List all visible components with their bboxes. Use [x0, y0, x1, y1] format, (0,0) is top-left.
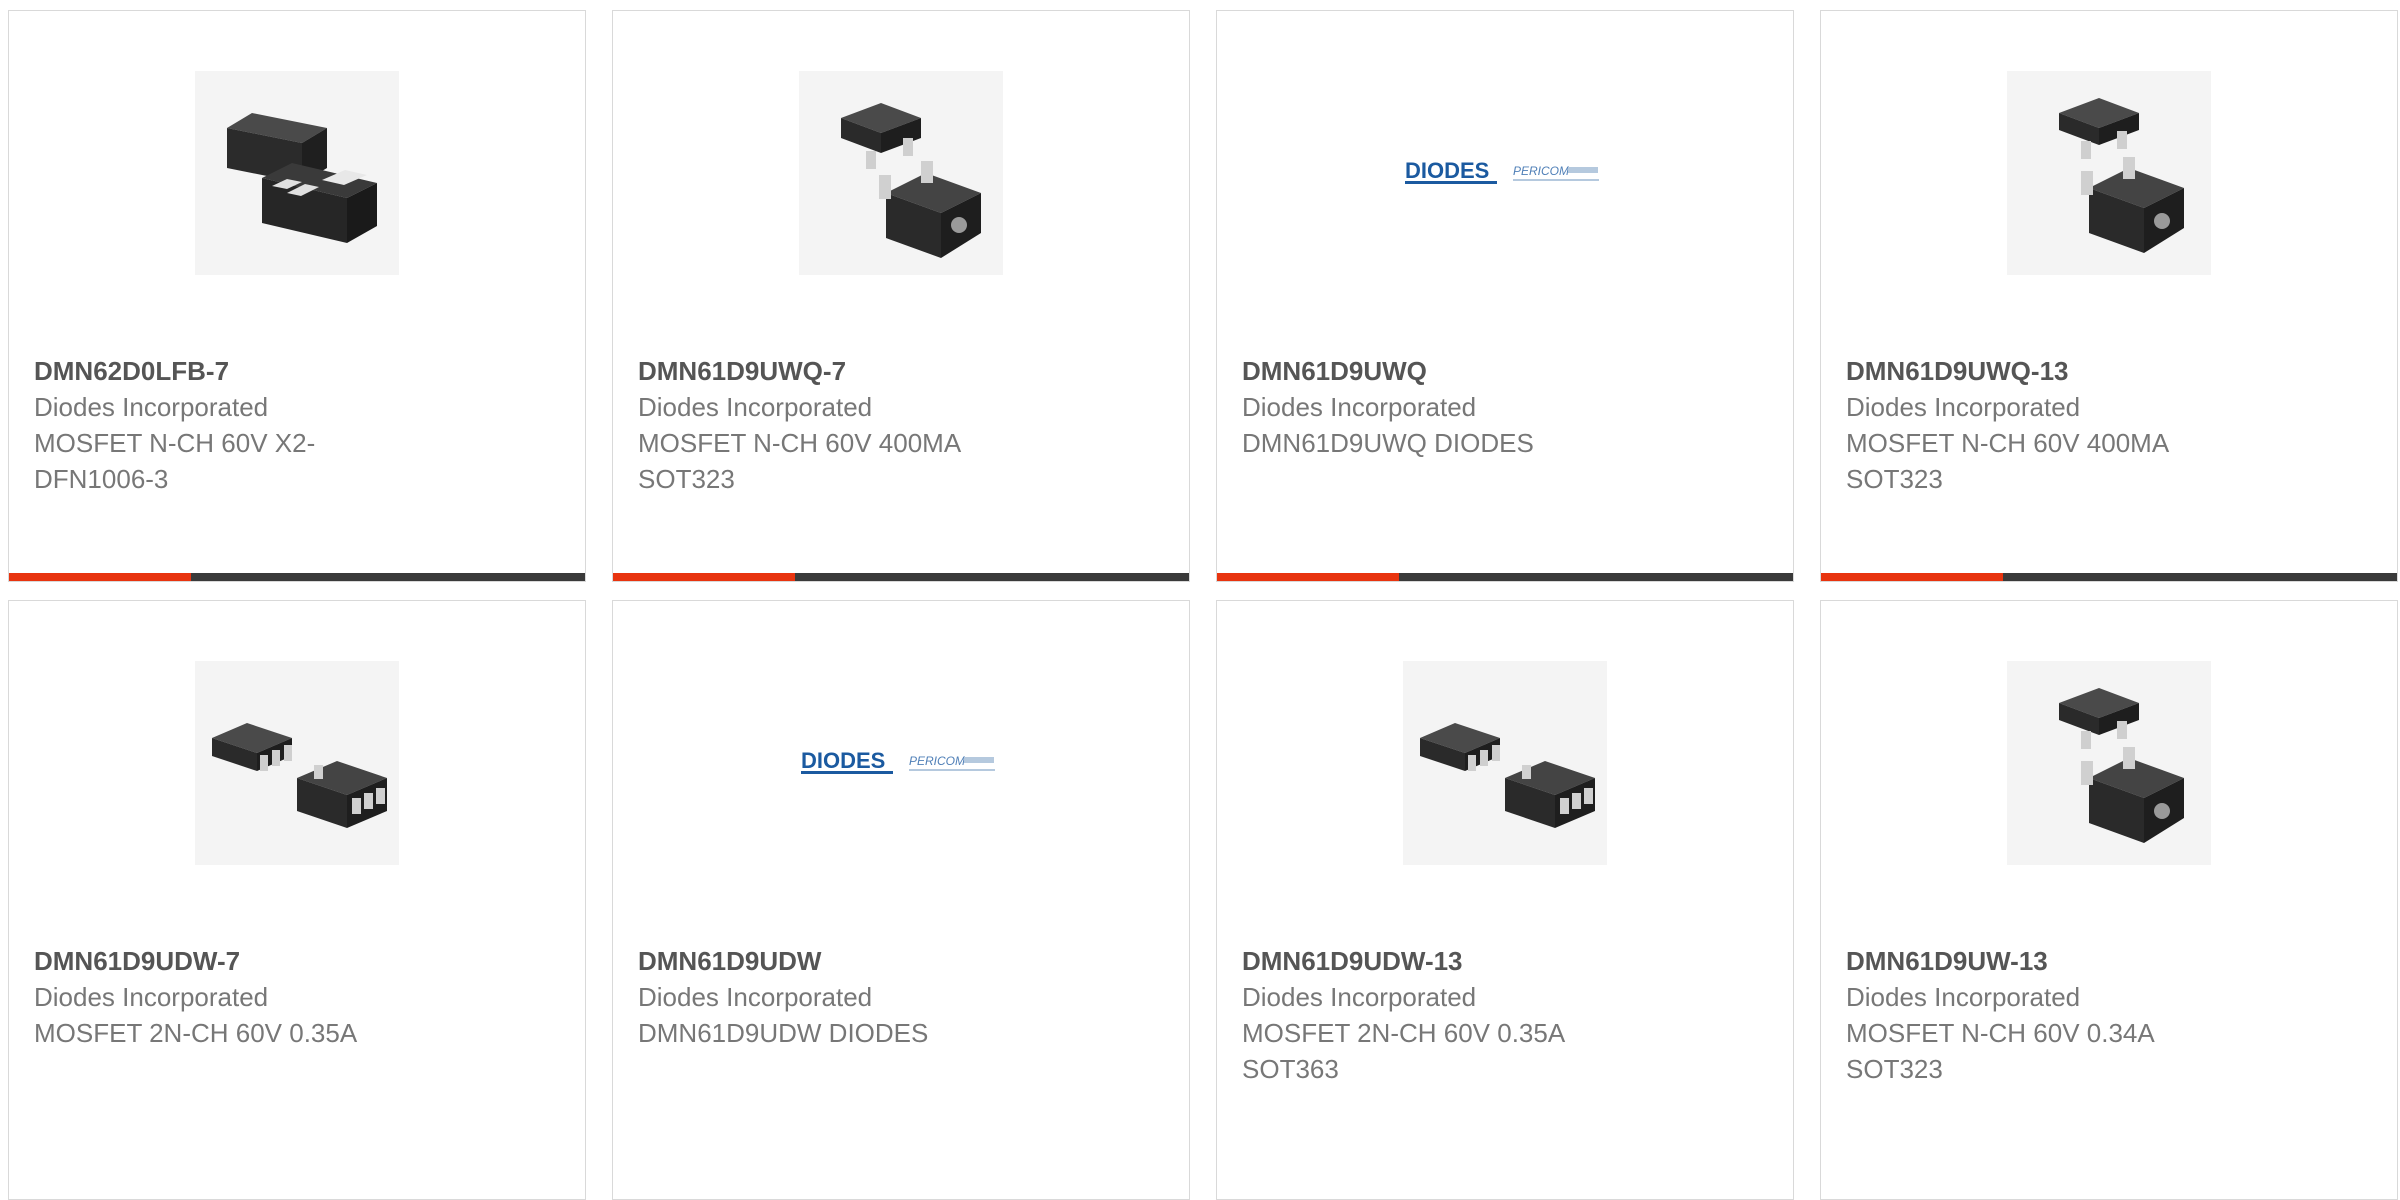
product-info: DMN61D9UDW-7 Diodes Incorporated MOSFET … — [34, 943, 565, 1051]
svg-text:PERICOM: PERICOM — [909, 754, 965, 768]
product-image-area — [9, 71, 585, 275]
product-image-area: DIODES PERICOM — [613, 661, 1189, 865]
product-grid: DMN62D0LFB-7 Diodes Incorporated MOSFET … — [8, 10, 2400, 1200]
part-number[interactable]: DMN61D9UW-13 — [1846, 943, 2377, 979]
product-image-area — [1821, 661, 2397, 865]
svg-text:DIODES: DIODES — [801, 748, 885, 773]
description: MOSFET N-CH 60V 400MA SOT323 — [1846, 428, 2168, 494]
card-accent — [1217, 573, 1399, 581]
part-number[interactable]: DMN61D9UDW-7 — [34, 943, 565, 979]
product-card[interactable]: DMN61D9UDW-7 Diodes Incorporated MOSFET … — [8, 600, 586, 1200]
product-info: DMN61D9UDW-13 Diodes Incorporated MOSFET… — [1242, 943, 1773, 1087]
manufacturer: Diodes Incorporated — [1846, 392, 2081, 422]
sot323-package-icon[interactable] — [799, 71, 1003, 275]
description: MOSFET N-CH 60V X2-DFN1006-3 — [34, 428, 316, 494]
diodes-pericom-logo[interactable]: DIODES PERICOM — [1395, 71, 1615, 275]
product-info: DMN61D9UWQ-7 Diodes Incorporated MOSFET … — [638, 353, 1169, 497]
part-number[interactable]: DMN62D0LFB-7 — [34, 353, 565, 389]
card-accent — [1821, 573, 2003, 581]
product-info: DMN62D0LFB-7 Diodes Incorporated MOSFET … — [34, 353, 565, 497]
product-card[interactable]: DIODES PERICOM DMN61D9UWQ Diodes Incorpo… — [1216, 10, 1794, 582]
manufacturer: Diodes Incorporated — [638, 982, 873, 1012]
diodes-pericom-logo[interactable]: DIODES PERICOM — [791, 661, 1011, 865]
product-image-area — [1217, 661, 1793, 865]
svg-text:DIODES: DIODES — [1405, 158, 1489, 183]
manufacturer: Diodes Incorporated — [1242, 392, 1477, 422]
part-number[interactable]: DMN61D9UWQ-7 — [638, 353, 1169, 389]
manufacturer: Diodes Incorporated — [34, 982, 269, 1012]
sot363-package-icon[interactable] — [1403, 661, 1607, 865]
manufacturer: Diodes Incorporated — [638, 392, 873, 422]
product-card[interactable]: DMN61D9UWQ-7 Diodes Incorporated MOSFET … — [612, 10, 1190, 582]
sot323-package-icon[interactable] — [2007, 661, 2211, 865]
card-bottom-bar — [1217, 573, 1793, 581]
product-card[interactable]: DMN61D9UWQ-13 Diodes Incorporated MOSFET… — [1820, 10, 2398, 582]
description: MOSFET N-CH 60V 0.34A SOT323 — [1846, 1018, 2154, 1084]
product-image-area — [9, 661, 585, 865]
manufacturer: Diodes Incorporated — [1242, 982, 1477, 1012]
sot323-package-icon[interactable] — [2007, 71, 2211, 275]
product-info: DMN61D9UWQ-13 Diodes Incorporated MOSFET… — [1846, 353, 2377, 497]
part-number[interactable]: DMN61D9UDW-13 — [1242, 943, 1773, 979]
product-image-area — [1821, 71, 2397, 275]
product-card[interactable]: DMN62D0LFB-7 Diodes Incorporated MOSFET … — [8, 10, 586, 582]
product-image-area: DIODES PERICOM — [1217, 71, 1793, 275]
product-info: DMN61D9UDW Diodes Incorporated DMN61D9UD… — [638, 943, 1169, 1051]
description: DMN61D9UDW DIODES — [638, 1018, 929, 1048]
product-card[interactable]: DMN61D9UW-13 Diodes Incorporated MOSFET … — [1820, 600, 2398, 1200]
card-bottom-bar — [613, 573, 1189, 581]
product-card[interactable]: DMN61D9UDW-13 Diodes Incorporated MOSFET… — [1216, 600, 1794, 1200]
part-number[interactable]: DMN61D9UDW — [638, 943, 1169, 979]
description: MOSFET N-CH 60V 400MA SOT323 — [638, 428, 960, 494]
product-card[interactable]: DIODES PERICOM DMN61D9UDW Diodes Incorpo… — [612, 600, 1190, 1200]
sot363-package-icon[interactable] — [195, 661, 399, 865]
manufacturer: Diodes Incorporated — [34, 392, 269, 422]
description: DMN61D9UWQ DIODES — [1242, 428, 1534, 458]
description: MOSFET 2N-CH 60V 0.35A SOT363 — [1242, 1018, 1564, 1084]
card-bottom-bar — [9, 573, 585, 581]
part-number[interactable]: DMN61D9UWQ — [1242, 353, 1773, 389]
product-info: DMN61D9UWQ Diodes Incorporated DMN61D9UW… — [1242, 353, 1773, 461]
product-info: DMN61D9UW-13 Diodes Incorporated MOSFET … — [1846, 943, 2377, 1087]
description: MOSFET 2N-CH 60V 0.35A — [34, 1018, 358, 1048]
x2-dfn-package-icon[interactable] — [195, 71, 399, 275]
manufacturer: Diodes Incorporated — [1846, 982, 2081, 1012]
card-bottom-bar — [1821, 573, 2397, 581]
product-image-area — [613, 71, 1189, 275]
card-accent — [613, 573, 795, 581]
part-number[interactable]: DMN61D9UWQ-13 — [1846, 353, 2377, 389]
svg-text:PERICOM: PERICOM — [1513, 164, 1569, 178]
card-accent — [9, 573, 191, 581]
